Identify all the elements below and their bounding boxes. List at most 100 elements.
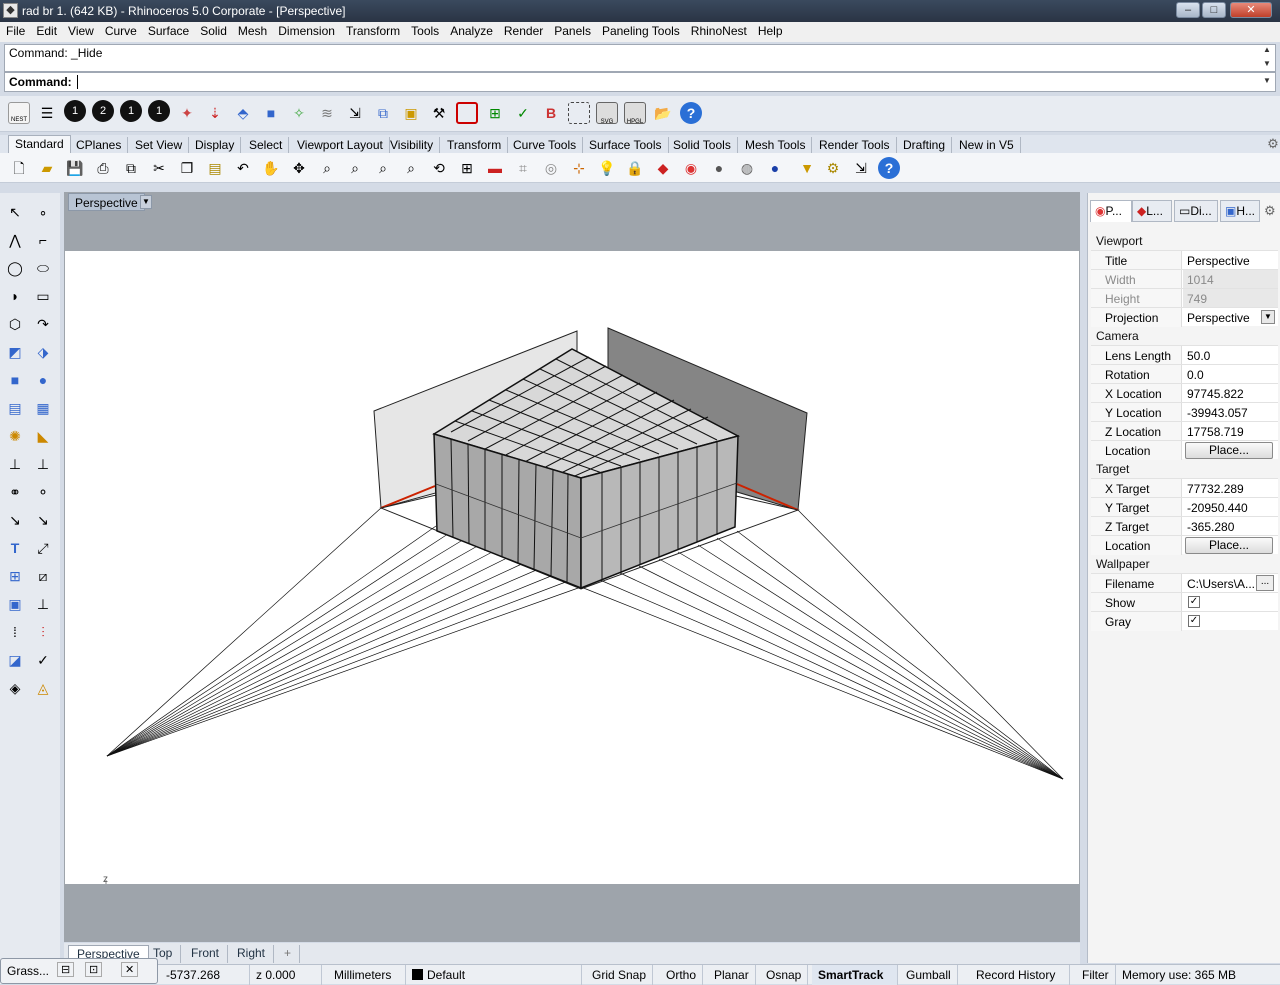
solid-union-icon[interactable]: ●: [32, 369, 54, 391]
point-grid-icon[interactable]: ⁞: [4, 621, 26, 643]
panel-tab-layers[interactable]: ◆L...: [1132, 200, 1172, 222]
polyline-icon[interactable]: ⋀: [4, 229, 26, 251]
nest-rotate-icon[interactable]: ⬘: [232, 102, 254, 124]
menu-transform[interactable]: Transform: [340, 22, 405, 38]
layer-display[interactable]: Default: [406, 965, 582, 985]
panel-tab-properties[interactable]: ◉P...: [1090, 200, 1132, 222]
nest-tool-icon[interactable]: ⚒: [428, 102, 450, 124]
menu-file[interactable]: File: [0, 22, 30, 38]
paste-icon[interactable]: ▤: [204, 157, 226, 179]
grasshopper-task-button[interactable]: Grass... ⊟ ⊡ ✕: [0, 958, 158, 984]
tab-select[interactable]: Select: [243, 137, 290, 153]
shaded-sphere-icon[interactable]: ●: [708, 157, 730, 179]
y-location-field[interactable]: -39943.057: [1183, 403, 1278, 422]
viewport-title[interactable]: Perspective: [68, 193, 145, 211]
zoom-window-icon[interactable]: ⌕: [344, 157, 366, 179]
analyze-icon[interactable]: ⫶: [32, 621, 54, 643]
undo-view-icon[interactable]: ⟲: [428, 157, 450, 179]
history-scroll-up-icon[interactable]: ▲: [1263, 45, 1273, 54]
menu-paneling-tools[interactable]: Paneling Tools: [596, 22, 685, 38]
render-mesh-icon[interactable]: ◈: [4, 677, 26, 699]
extrude-icon[interactable]: ⬗: [32, 341, 54, 363]
nest-open-icon[interactable]: 📂: [652, 102, 674, 124]
four-viewports-icon[interactable]: ⊞: [456, 157, 478, 179]
light-bulb-icon[interactable]: 💡: [596, 157, 618, 179]
pan-hand-icon[interactable]: ✋: [260, 157, 282, 179]
document-list-icon[interactable]: ☰: [36, 102, 58, 124]
render-sphere-icon[interactable]: ●: [764, 157, 786, 179]
gumball-toggle[interactable]: Gumball: [900, 965, 958, 985]
viewport-tab-front[interactable]: Front: [183, 945, 229, 963]
freeform-icon[interactable]: ↷: [32, 313, 54, 335]
group-icon[interactable]: ⚭: [4, 481, 26, 503]
number-one-icon[interactable]: 1: [64, 100, 86, 122]
viewport-canvas[interactable]: z y x: [65, 251, 1079, 922]
ellipse-icon[interactable]: ⬭: [32, 257, 54, 279]
paint-icon[interactable]: ◬: [32, 677, 54, 699]
projection-dropdown-icon[interactable]: ▼: [1261, 310, 1275, 324]
zoom-icon[interactable]: ⌕: [316, 157, 338, 179]
nest-star-icon[interactable]: ✧: [288, 102, 310, 124]
gray-checkbox[interactable]: ✓: [1188, 615, 1200, 627]
task-close-icon[interactable]: ✕: [121, 962, 139, 977]
record-history-toggle[interactable]: Record History: [970, 965, 1070, 985]
osnap-toggle[interactable]: Osnap: [760, 965, 809, 985]
menu-panels[interactable]: Panels: [548, 22, 596, 38]
import-icon[interactable]: ⧉: [120, 157, 142, 179]
lens-length-field[interactable]: 50.0: [1183, 346, 1278, 365]
menu-tools[interactable]: Tools: [405, 22, 444, 38]
nest-check-icon[interactable]: ✓: [512, 102, 534, 124]
number-icon[interactable]: 1: [120, 100, 142, 122]
check-icon[interactable]: ✓: [32, 649, 54, 671]
tab-set-view[interactable]: Set View: [129, 137, 190, 153]
nest-layers-icon[interactable]: ⧉: [372, 102, 394, 124]
select-arrow-icon[interactable]: ↖: [4, 201, 26, 223]
x-location-field[interactable]: 97745.822: [1183, 384, 1278, 403]
browse-file-button[interactable]: ...: [1256, 575, 1274, 591]
y-target-field[interactable]: -20950.440: [1183, 498, 1278, 517]
surface-icon[interactable]: ◩: [4, 341, 26, 363]
tab-mesh-tools[interactable]: Mesh Tools: [739, 137, 813, 153]
color-wheel-icon[interactable]: ◉: [680, 157, 702, 179]
nest-curves-icon[interactable]: ≋: [316, 102, 338, 124]
tab-solid-tools[interactable]: Solid Tools: [667, 137, 738, 153]
target-place-button[interactable]: Place...: [1185, 537, 1273, 554]
show-checkbox[interactable]: ✓: [1188, 596, 1200, 608]
menu-curve[interactable]: Curve: [99, 22, 142, 38]
menu-mesh[interactable]: Mesh: [232, 22, 272, 38]
circle-icon[interactable]: ◯: [4, 257, 26, 279]
menu-solid[interactable]: Solid: [194, 22, 232, 38]
fillet-icon[interactable]: ◣: [32, 425, 54, 447]
print-icon[interactable]: ⎙: [92, 157, 114, 179]
options-gear-icon[interactable]: ⚙: [822, 157, 844, 179]
snap-icon[interactable]: ⊹: [568, 157, 590, 179]
tab-display[interactable]: Display: [189, 137, 242, 153]
smarttrack-toggle[interactable]: SmartTrack: [812, 965, 898, 985]
nest-b-icon[interactable]: B: [540, 102, 562, 124]
array-curve-icon[interactable]: ↘: [32, 509, 54, 531]
viewport-menu-dropdown-icon[interactable]: ▼: [140, 195, 152, 209]
tab-drafting[interactable]: Drafting: [897, 137, 953, 153]
trim-icon[interactable]: ⊥: [32, 453, 54, 475]
dimension-tool-icon[interactable]: ⊥: [32, 593, 54, 615]
menu-edit[interactable]: Edit: [30, 22, 62, 38]
dimension-icon[interactable]: ⇲: [850, 157, 872, 179]
number-two-icon[interactable]: 2: [92, 100, 114, 122]
tab-cplanes[interactable]: CPlanes: [70, 137, 129, 153]
maximize-button[interactable]: □: [1202, 2, 1226, 18]
split-icon[interactable]: ⊥: [4, 453, 26, 475]
draft-angle-icon[interactable]: ◪: [4, 649, 26, 671]
mirror-icon[interactable]: ⧄: [32, 565, 54, 587]
nest-help-icon[interactable]: ?: [680, 102, 702, 124]
mesh-icon[interactable]: ▦: [32, 397, 54, 419]
menu-dimension[interactable]: Dimension: [272, 22, 340, 38]
lock-icon[interactable]: 🔒: [624, 157, 646, 179]
layer-icon[interactable]: ◆: [652, 157, 674, 179]
cplane-icon[interactable]: ◎: [540, 157, 562, 179]
block-icon[interactable]: ▣: [4, 593, 26, 615]
filter-toggle[interactable]: Filter: [1076, 965, 1116, 985]
task-maximize-icon[interactable]: ⊡: [85, 962, 103, 977]
menu-render[interactable]: Render: [498, 22, 548, 38]
units-display[interactable]: Millimeters: [328, 965, 406, 985]
grid-snap-toggle[interactable]: Grid Snap: [586, 965, 654, 985]
